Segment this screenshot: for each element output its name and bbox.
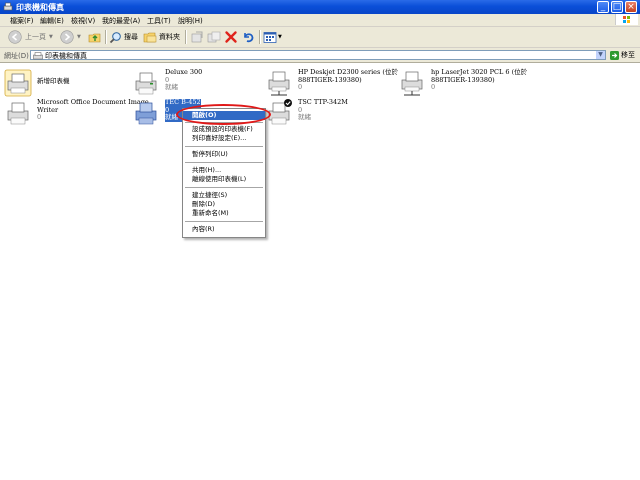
menu-edit[interactable]: 編輯(E) — [40, 16, 64, 26]
address-field[interactable]: 印表機和傳真 ▼ — [30, 50, 606, 60]
annotation-circle — [176, 104, 271, 125]
menu-item-use-offline[interactable]: 離線使用印表機(L) — [183, 175, 265, 184]
undo-icon — [244, 33, 254, 43]
menu-item-properties[interactable]: 內容(R) — [183, 225, 265, 234]
up-folder-icon — [88, 33, 101, 43]
back-label: 上一頁 — [25, 33, 46, 41]
printer-icon-selected — [135, 102, 157, 125]
minimize-button[interactable]: _ — [597, 1, 609, 13]
menu-item-pause-printing[interactable]: 暫停列印(U) — [183, 150, 265, 159]
printer-name: TSC TTP-342M — [298, 98, 348, 106]
folders-icon — [143, 32, 157, 42]
back-button[interactable]: 上一頁 ▼ — [8, 30, 53, 44]
add-printer-icon — [4, 69, 32, 97]
menu-favorites[interactable]: 我的最愛(A) — [102, 16, 140, 26]
printer-status: 就緒 — [165, 83, 178, 91]
menu-item-create-shortcut[interactable]: 建立捷徑(S) — [183, 191, 265, 200]
folders-label: 資料夾 — [159, 33, 180, 41]
menu-file[interactable]: 檔案(F) — [10, 16, 34, 26]
context-menu: 開啟(O) 設成預設的印表機(F) 列印喜好設定(E)... 暫停列印(U) 共… — [182, 108, 266, 238]
printer-folder-icon — [3, 2, 13, 11]
search-label: 搜尋 — [124, 33, 138, 41]
maximize-button[interactable]: □ — [611, 1, 623, 13]
back-arrow-icon — [8, 30, 22, 44]
menu-bar: 檔案(F) 編輯(E) 檢視(V) 我的最愛(A) 工具(T) 說明(H) — [0, 14, 640, 27]
go-button[interactable]: 移至 — [610, 50, 635, 60]
printer-name: Deluxe 300 — [165, 68, 203, 76]
toolbar: 上一頁 ▼ ▼ 搜尋 資料夾 ▼ — [0, 27, 640, 48]
forward-button[interactable]: ▼ — [60, 30, 81, 44]
printer-folder-icon — [33, 52, 43, 60]
printer-icon — [135, 72, 157, 95]
views-icon — [263, 31, 277, 43]
address-bar: 網址(D) 印表機和傳真 ▼ 移至 — [0, 48, 640, 63]
menu-item-sharing[interactable]: 共用(H)... — [183, 166, 265, 175]
menu-item-printing-preferences[interactable]: 列印喜好設定(E)... — [183, 134, 265, 143]
printer-item-tsc-ttp342m[interactable]: TSC TTP-342M 0 就緒 — [265, 98, 375, 129]
search-button[interactable]: 搜尋 — [109, 30, 138, 44]
printer-icon — [7, 102, 29, 125]
title-bar: 印表機和傳真 _ □ × — [0, 0, 640, 14]
printer-status: 就緒 — [298, 113, 311, 121]
network-printer-icon — [268, 71, 290, 96]
folders-button[interactable]: 資料夾 — [143, 30, 180, 44]
move-to-button[interactable] — [190, 30, 204, 44]
copy-to-button[interactable] — [207, 30, 221, 44]
printer-name: 新增印表機 — [37, 77, 70, 85]
delete-button[interactable] — [224, 30, 238, 44]
menu-view[interactable]: 檢視(V) — [71, 16, 95, 26]
printer-item-deluxe-300[interactable]: Deluxe 300 0 就緒 — [132, 68, 242, 99]
forward-arrow-icon — [60, 30, 74, 44]
menu-help[interactable]: 說明(H) — [178, 16, 203, 26]
address-label: 網址(D) — [4, 52, 29, 60]
move-to-icon — [191, 31, 203, 43]
delete-x-icon — [225, 31, 237, 43]
printer-name-cont: 888TIGER-139380) — [298, 75, 362, 84]
close-button[interactable]: × — [625, 1, 637, 13]
menu-item-delete[interactable]: 刪除(D) — [183, 200, 265, 209]
address-value: 印表機和傳真 — [45, 52, 87, 60]
menu-item-set-default[interactable]: 設成預設的印表機(F) — [183, 125, 265, 134]
network-printer-icon — [401, 71, 423, 96]
search-icon — [109, 31, 121, 43]
printer-doc-count: 0 — [298, 83, 303, 91]
menu-tools[interactable]: 工具(T) — [147, 16, 171, 26]
printer-item-ms-office-writer[interactable]: Microsoft Office Document Image Writer 0 — [4, 98, 149, 129]
printer-item-hp-deskjet[interactable]: HP Deskjet D2300 series (位於 888TIGER-139… — [265, 68, 398, 99]
go-label: 移至 — [621, 51, 635, 59]
printer-item-hp-laserjet[interactable]: hp LaserJet 3020 PCL 6 (位於 888TIGER-1393… — [398, 68, 527, 99]
copy-to-icon — [207, 31, 221, 43]
address-dropdown-button[interactable]: ▼ — [596, 51, 605, 59]
window-title: 印表機和傳真 — [16, 3, 64, 12]
menu-item-rename[interactable]: 重新命名(M) — [183, 209, 265, 218]
go-arrow-icon — [610, 50, 619, 60]
views-button[interactable]: ▼ — [263, 30, 282, 44]
windows-logo — [615, 14, 638, 25]
up-folder-button[interactable] — [88, 30, 102, 44]
add-printer-item[interactable]: 新增印表機 — [4, 69, 94, 97]
undo-button[interactable] — [241, 30, 255, 44]
printer-doc-count: 0 — [431, 83, 436, 91]
printer-name-cont: 888TIGER-139380) — [431, 75, 495, 84]
